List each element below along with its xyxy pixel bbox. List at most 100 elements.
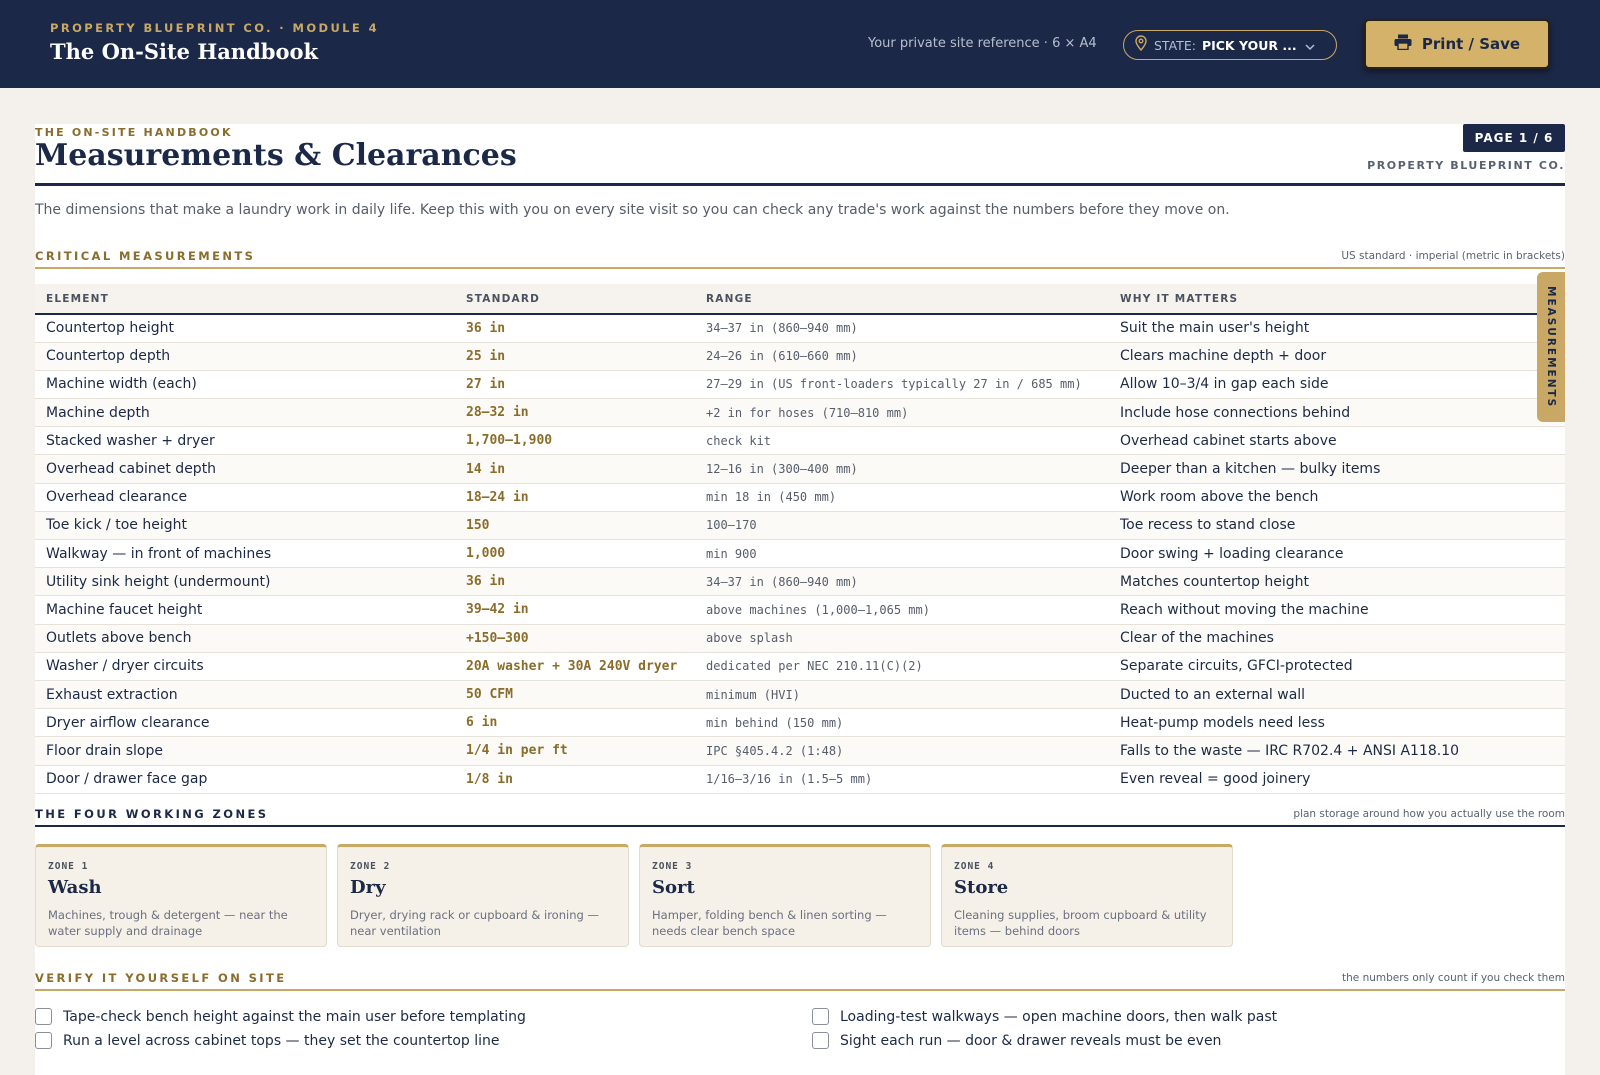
working-zones-header: THE FOUR WORKING ZONES plan storage arou… — [35, 805, 1565, 827]
range-cell: 100–170 — [695, 511, 1109, 541]
element-cell: Machine faucet height — [35, 595, 455, 625]
range-cell: 1/16–3/16 in (1.5–5 mm) — [695, 765, 1109, 794]
range-cell: check kit — [695, 426, 1109, 456]
table-row: Countertop height 36 in 34–37 in (860–940 … — [35, 314, 1565, 343]
column-header-why: WHY IT MATTERS — [1109, 284, 1565, 315]
checkbox[interactable] — [812, 1032, 829, 1049]
section-note: the numbers only count if you check them — [1342, 972, 1565, 984]
title-divider — [35, 183, 1565, 186]
site-reference: Your private site reference · 6 × A4 — [868, 36, 1097, 51]
range-cell: min 18 in (450 mm) — [695, 483, 1109, 512]
range-cell: min 900 — [695, 539, 1109, 569]
zone-title: Sort — [652, 877, 695, 898]
zone-kicker: ZONE 1 — [48, 861, 89, 872]
why-cell: Toe recess to stand close — [1109, 511, 1565, 541]
range-cell: 34–37 in (860–940 mm) — [695, 567, 1109, 597]
standard-cell: 1,700–1,900 — [455, 426, 695, 456]
column-header-range: RANGE — [695, 284, 1109, 315]
measurements-table: ELEMENT STANDARD RANGE WHY IT MATTERS Co… — [35, 284, 1565, 794]
standard-cell: 1/4 in per ft — [455, 736, 695, 766]
why-cell: Include hose connections behind — [1109, 398, 1565, 428]
section-title: THE FOUR WORKING ZONES — [35, 807, 269, 821]
why-cell: Heat-pump models need less — [1109, 708, 1565, 738]
standard-cell: 25 in — [455, 342, 695, 371]
table-row: Outlets above bench +150–300 above splash C… — [35, 624, 1565, 653]
standard-cell: 6 in — [455, 708, 695, 738]
print-save-button[interactable]: Print / Save — [1364, 19, 1550, 69]
checklist-item[interactable]: Sight each run — door & drawer reveals m… — [812, 1032, 1221, 1049]
range-cell: dedicated per NEC 210.11(C)(2) — [695, 652, 1109, 681]
state-select[interactable]: STATE: PICK YOUR ... — [1123, 30, 1337, 60]
zone-description: Hamper, folding bench & linen sorting — … — [652, 908, 887, 938]
standard-cell: 36 in — [455, 567, 695, 597]
side-tab-label: MEASUREMENTS — [1545, 285, 1557, 409]
checklist-label: Sight each run — door & drawer reveals m… — [840, 1032, 1222, 1049]
why-cell: Deeper than a kitchen — bulky items — [1109, 454, 1565, 484]
standard-cell: 27 in — [455, 370, 695, 400]
table-row: Floor drain slope 1/4 in per ft IPC §405.4… — [35, 736, 1565, 766]
section-divider — [35, 267, 1565, 269]
table-row: Utility sink height (undermount) 36 in 34–… — [35, 567, 1565, 597]
measurements-side-tab[interactable]: MEASUREMENTS — [1537, 272, 1565, 422]
why-cell: Overhead cabinet starts above — [1109, 426, 1565, 456]
standard-cell: 20A washer + 30A 240V dryer — [455, 652, 695, 681]
checklist-item[interactable]: Tape-check bench height against the main… — [35, 1008, 526, 1025]
range-cell: above splash — [695, 624, 1109, 653]
element-cell: Dryer airflow clearance — [35, 708, 455, 738]
why-cell: Allow 10–3/4 in gap each side — [1109, 370, 1565, 400]
map-pin-icon — [1134, 35, 1148, 55]
table-row: Exhaust extraction 50 CFM minimum (HVI) Duc… — [35, 680, 1565, 710]
why-cell: Separate circuits, GFCI-protected — [1109, 652, 1565, 681]
section-note: US standard · imperial (metric in bracke… — [1341, 250, 1565, 262]
zone-title: Wash — [48, 877, 102, 898]
page-intro: The dimensions that make a laundry work … — [35, 202, 1230, 218]
checklist-item[interactable]: Run a level across cabinet tops — they s… — [35, 1032, 500, 1049]
zone-card-sort: ZONE 3 Sort Hamper, folding bench & line… — [639, 844, 931, 947]
critical-measurements-header: CRITICAL MEASUREMENTS US standard · impe… — [35, 247, 1565, 269]
table-row: Walkway — in front of machines 1,000 min 9… — [35, 539, 1565, 569]
why-cell: Door swing + loading clearance — [1109, 539, 1565, 569]
brand-title: The On-Site Handbook — [50, 39, 319, 64]
element-cell: Floor drain slope — [35, 736, 455, 766]
standard-cell: 36 in — [455, 314, 695, 343]
standard-cell: 50 CFM — [455, 680, 695, 710]
why-cell: Even reveal = good joinery — [1109, 765, 1565, 794]
why-cell: Falls to the waste — IRC R702.4 + ANSI A… — [1109, 736, 1565, 766]
element-cell: Washer / dryer circuits — [35, 652, 455, 681]
checkbox[interactable] — [35, 1008, 52, 1025]
page-number-badge: PAGE 1 / 6 — [1463, 124, 1565, 152]
element-cell: Utility sink height (undermount) — [35, 567, 455, 597]
page-title: Measurements & Clearances — [35, 138, 517, 173]
checklist-item[interactable]: Loading-test walkways — open machine doo… — [812, 1008, 1277, 1025]
zone-card-wash: ZONE 1 Wash Machines, trough & detergent… — [35, 844, 327, 947]
range-cell: above machines (1,000–1,065 mm) — [695, 595, 1109, 625]
standard-cell: 150 — [455, 511, 695, 541]
checkbox[interactable] — [35, 1032, 52, 1049]
zone-title: Store — [954, 877, 1009, 898]
range-cell: IPC §405.4.2 (1:48) — [695, 736, 1109, 766]
checkbox[interactable] — [812, 1008, 829, 1025]
range-cell: +2 in for hoses (710–810 mm) — [695, 398, 1109, 428]
standard-cell: 1,000 — [455, 539, 695, 569]
zone-card-dry: ZONE 2 Dry Dryer, drying rack or cupboar… — [337, 844, 629, 947]
range-cell: 24–26 in (610–660 mm) — [695, 342, 1109, 371]
section-title: CRITICAL MEASUREMENTS — [35, 249, 256, 263]
element-cell: Overhead clearance — [35, 483, 455, 512]
range-cell: 34–37 in (860–940 mm) — [695, 314, 1109, 343]
table-row: Dryer airflow clearance 6 in min behind (1… — [35, 708, 1565, 738]
table-row: Machine width (each) 27 in 27–29 in (US fr… — [35, 370, 1565, 400]
element-cell: Countertop depth — [35, 342, 455, 371]
element-cell: Machine width (each) — [35, 370, 455, 400]
element-cell: Machine depth — [35, 398, 455, 428]
element-cell: Stacked washer + dryer — [35, 426, 455, 456]
table-row: Machine faucet height 39–42 in above machi… — [35, 595, 1565, 625]
why-cell: Suit the main user's height — [1109, 314, 1565, 343]
range-cell: 12–16 in (300–400 mm) — [695, 454, 1109, 484]
zone-description: Dryer, drying rack or cupboard & ironing… — [350, 908, 599, 938]
section-divider — [35, 989, 1565, 991]
table-row: Overhead cabinet depth 14 in 12–16 in (300… — [35, 454, 1565, 484]
section-divider — [35, 825, 1565, 827]
zone-title: Dry — [350, 877, 386, 898]
range-cell: minimum (HVI) — [695, 680, 1109, 710]
why-cell: Ducted to an external wall — [1109, 680, 1565, 710]
